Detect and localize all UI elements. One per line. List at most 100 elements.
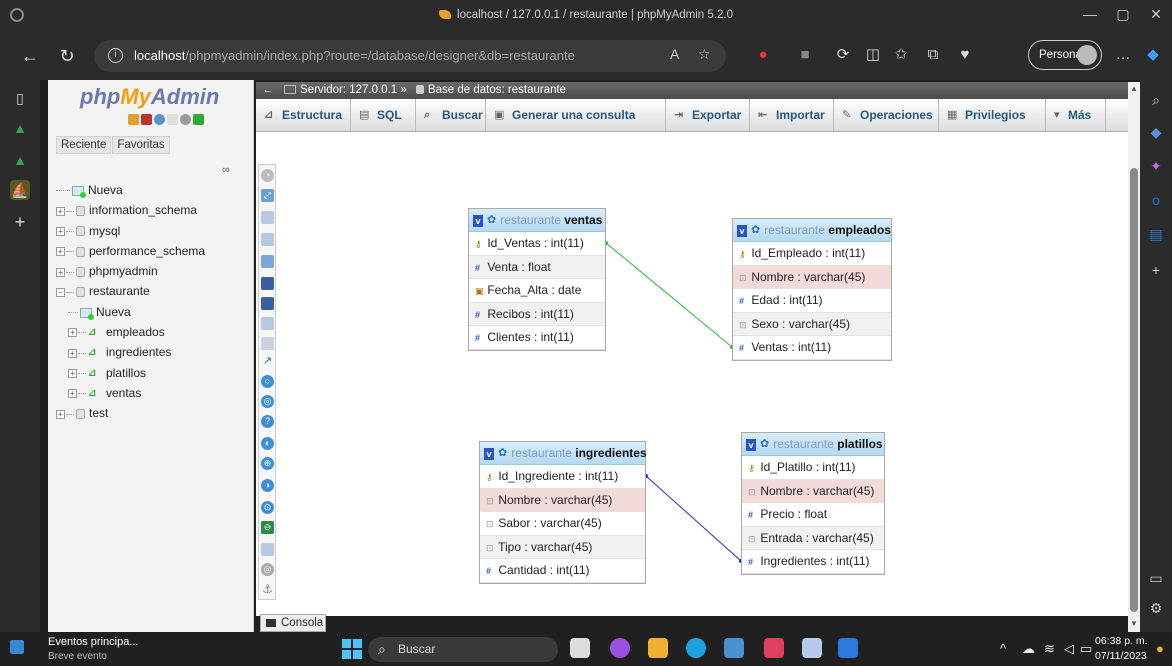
table-options-icon[interactable]: ✿ bbox=[751, 219, 760, 242]
nav-tree-label[interactable]: platillos bbox=[106, 366, 146, 380]
sidebar-search-icon[interactable]: ⌕ bbox=[1146, 90, 1166, 110]
show-hide-panel-icon[interactable]: ◔ bbox=[261, 169, 274, 182]
main-scrollbar[interactable]: ▲ ▼ bbox=[1128, 82, 1140, 632]
table-column-row[interactable]: ⚷ Id_Ingrediente : int(11) bbox=[480, 465, 645, 489]
table-column-row[interactable]: # Recibos : int(11) bbox=[469, 302, 605, 327]
expand-icon[interactable]: + bbox=[68, 389, 77, 399]
angular-links-icon[interactable]: ◐ bbox=[261, 437, 274, 450]
delete-page-icon[interactable] bbox=[261, 317, 274, 330]
nav-tree-item[interactable]: + performance_schema bbox=[56, 241, 252, 261]
nav-tree-item[interactable]: + ⊿ ventas bbox=[56, 383, 252, 403]
logout-icon[interactable] bbox=[141, 114, 152, 125]
tab-m-s[interactable]: ▾ Más bbox=[1046, 99, 1106, 131]
close-icon[interactable]: ✕ bbox=[1146, 6, 1166, 23]
refresh-icon[interactable]: ↻ bbox=[55, 44, 79, 68]
tab-generar-una-consulta[interactable]: ▣ Generar una consulta bbox=[486, 99, 666, 131]
designer-canvas[interactable] bbox=[256, 132, 1128, 616]
save-page-icon[interactable] bbox=[261, 277, 274, 290]
sidebar-tag-icon[interactable]: ◆ bbox=[1146, 122, 1166, 142]
table-column-row[interactable]: ⚷ Id_Empleado : int(11) bbox=[733, 242, 891, 266]
scroll-up-icon[interactable]: ▲ bbox=[1130, 84, 1138, 93]
nav-tree-label[interactable]: information_schema bbox=[89, 203, 197, 217]
notepad-app-icon[interactable] bbox=[838, 638, 858, 658]
small-big-all-icon[interactable]: ◑ bbox=[261, 479, 274, 492]
help-designer-icon[interactable]: ? bbox=[261, 415, 274, 428]
help-icon[interactable] bbox=[154, 114, 165, 125]
tab-estructura[interactable]: ⊿ Estructura bbox=[256, 99, 351, 131]
sidebar-copilot-icon[interactable]: ✦ bbox=[1146, 156, 1166, 176]
table-ingredientes[interactable]: v ✿ restaurante ingredientes ⚷ Id_Ingredien… bbox=[479, 441, 647, 584]
create-table-icon[interactable] bbox=[261, 337, 274, 350]
back-icon[interactable]: ← bbox=[18, 44, 42, 68]
collapse-nav-icon[interactable]: ← bbox=[262, 82, 274, 99]
tab-buscar[interactable]: ⌕ Buscar bbox=[416, 99, 486, 131]
edge-app-icon[interactable] bbox=[686, 638, 706, 658]
extension-icon[interactable]: ■ bbox=[794, 44, 816, 66]
nav-tree-item[interactable]: + test bbox=[56, 403, 252, 423]
toggle-small-big-icon[interactable]: ⊙ bbox=[261, 501, 274, 514]
table-column-row[interactable]: ⚷ Id_Platillo : int(11) bbox=[742, 456, 884, 480]
nav-tree-label[interactable]: ingredientes bbox=[106, 345, 171, 359]
sidebar-outlook-icon[interactable]: o bbox=[1146, 190, 1166, 210]
news-title[interactable]: Eventos principa... bbox=[48, 636, 139, 648]
relation-line-ingredientes-platillos[interactable] bbox=[645, 475, 742, 562]
table-column-row[interactable]: ⊡ Sexo : varchar(45) bbox=[733, 312, 891, 337]
sidebar-settings-icon[interactable]: ⚙ bbox=[1146, 598, 1166, 618]
expand-icon[interactable]: + bbox=[68, 328, 77, 338]
table-options-icon[interactable]: ✿ bbox=[760, 433, 769, 456]
table-column-row[interactable]: # Ventas : int(11) bbox=[733, 336, 891, 360]
table-column-row[interactable]: # Cantidad : int(11) bbox=[480, 559, 645, 583]
snap-to-grid-icon[interactable]: ⊕ bbox=[261, 457, 274, 470]
profile-button[interactable]: Personal bbox=[1028, 40, 1102, 70]
nav-tree-item[interactable]: + ⊿ platillos bbox=[56, 363, 252, 383]
battery-icon[interactable]: ▭ bbox=[1080, 641, 1092, 657]
move-menu-icon[interactable]: ◎ bbox=[261, 563, 274, 576]
toggle-columns-icon[interactable]: v bbox=[484, 447, 494, 460]
nav-tab-favorites[interactable]: Favoritas bbox=[112, 136, 170, 154]
table-column-row[interactable]: # Precio : float bbox=[742, 503, 884, 527]
export-schema-icon[interactable]: ⊖ bbox=[261, 521, 274, 534]
nav-tree-item[interactable]: Nueva bbox=[56, 302, 252, 322]
table-column-row[interactable]: # Venta : float bbox=[469, 255, 605, 280]
table-ventas[interactable]: v ✿ restaurante ventas ⚷ Id_Ventas : int(11… bbox=[468, 208, 606, 351]
minimize-icon[interactable]: — bbox=[1080, 6, 1100, 22]
nav-tree-label[interactable]: ventas bbox=[106, 386, 141, 400]
read-aloud-icon[interactable]: A bbox=[670, 46, 679, 62]
table-column-row[interactable]: # Clientes : int(11) bbox=[469, 326, 605, 350]
collections-icon[interactable]: ⧉ bbox=[922, 44, 944, 66]
sidebar-layout-icon[interactable]: ▭ bbox=[1146, 568, 1166, 588]
taskbar-date[interactable]: 07/11/2023 bbox=[1095, 650, 1147, 662]
nav-tree-item[interactable]: + ⊿ empleados bbox=[56, 322, 252, 342]
favorites-icon[interactable]: ✩ bbox=[890, 44, 912, 66]
build-query-icon[interactable] bbox=[261, 543, 274, 556]
nav-tree-item[interactable]: Nueva bbox=[56, 180, 252, 200]
nav-tree-item[interactable]: + ⊿ ingredientes bbox=[56, 342, 252, 362]
nav-tab-recent[interactable]: Reciente bbox=[56, 136, 112, 154]
table-platillos[interactable]: v ✿ restaurante platillos ⚷ Id_Platillo : i… bbox=[741, 432, 885, 575]
split-screen-icon[interactable]: ◫ bbox=[862, 44, 884, 66]
copilot-icon[interactable]: ◆ bbox=[1142, 44, 1164, 66]
nav-tree-label[interactable]: Nueva bbox=[88, 183, 123, 197]
nav-tree-label[interactable]: performance_schema bbox=[89, 244, 205, 258]
tray-overflow-icon[interactable]: ^ bbox=[1000, 641, 1006, 656]
nav-tree-label[interactable]: test bbox=[89, 406, 108, 420]
nav-tree-item[interactable]: − restaurante bbox=[56, 281, 252, 301]
expand-icon[interactable]: + bbox=[56, 409, 65, 419]
nav-tree-label[interactable]: mysql bbox=[89, 224, 120, 238]
tab-actions-icon[interactable]: ▯ bbox=[10, 88, 30, 108]
breadcrumb-database[interactable]: Base de datos: restaurante bbox=[428, 84, 566, 96]
volume-icon[interactable]: ◁ bbox=[1064, 641, 1074, 657]
table-header[interactable]: v ✿ restaurante platillos bbox=[742, 433, 884, 456]
table-column-row[interactable]: ⊡ Sabor : varchar(45) bbox=[480, 512, 645, 536]
table-header[interactable]: v ✿ restaurante ventas bbox=[469, 209, 605, 232]
address-bar[interactable]: i localhost/phpmyadmin/index.php?route=/… bbox=[94, 40, 726, 72]
phpmyadmin-logo[interactable]: phpMyAdmin bbox=[80, 84, 219, 110]
table-empleados[interactable]: v ✿ restaurante empleados ⚷ Id_Empleado : i… bbox=[732, 218, 892, 361]
photos-app-icon[interactable] bbox=[724, 638, 744, 658]
xampp-app-icon[interactable] bbox=[764, 638, 784, 658]
onedrive-icon[interactable]: ☁ bbox=[1022, 641, 1035, 657]
table-column-row[interactable]: ⊡ Nombre : varchar(45) bbox=[742, 479, 884, 504]
table-column-row[interactable]: ⚷ Id_Ventas : int(11) bbox=[469, 232, 605, 256]
scroll-down-icon[interactable]: ▼ bbox=[1130, 619, 1138, 628]
table-column-row[interactable]: # Ingredientes : int(11) bbox=[742, 550, 884, 574]
